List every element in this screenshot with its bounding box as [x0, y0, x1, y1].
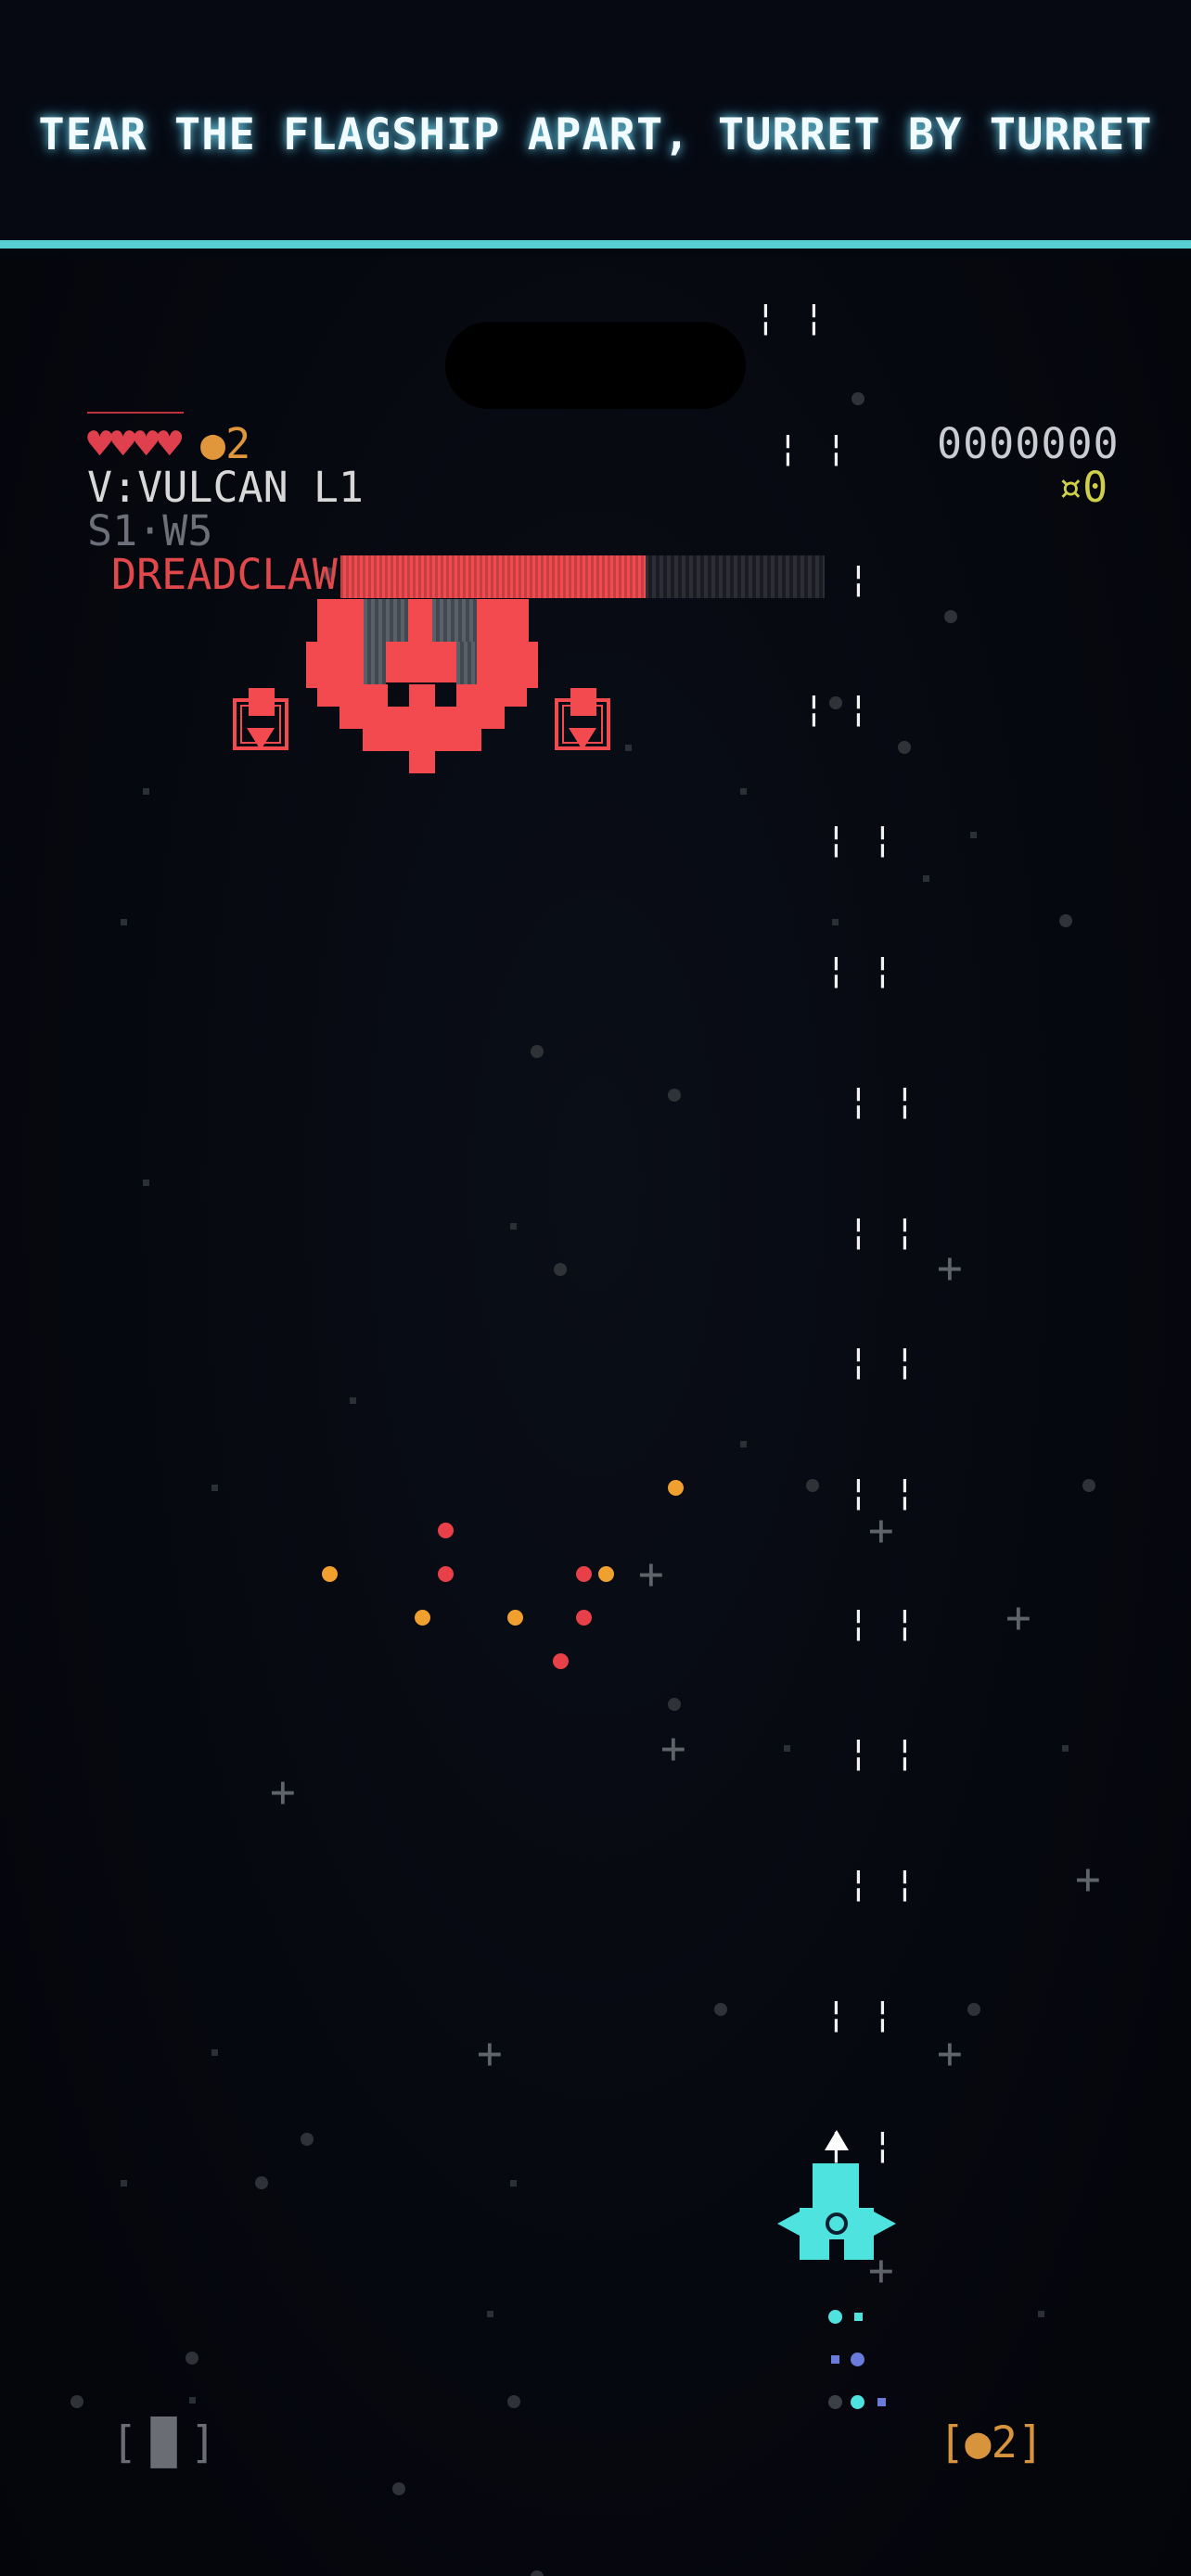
player-bullet: ¦ [848, 1472, 869, 1512]
star-dot [668, 1089, 681, 1102]
sparkle-icon: + [660, 1723, 686, 1773]
star-dot [714, 2003, 727, 2016]
player-bullet: ¦ [848, 1211, 869, 1252]
boss-turret-right [554, 674, 611, 758]
star-dot [531, 1045, 544, 1058]
objective-banner: TEAR THE FLAGSHIP APART, TURRET BY TURRE… [0, 0, 1191, 249]
player-bullet: ¦ [803, 297, 825, 338]
sparkle-icon: + [868, 1505, 894, 1555]
star-dot [531, 2570, 544, 2576]
player-bullet: ¦ [803, 688, 825, 729]
star-dot [186, 2352, 198, 2365]
star-dot [554, 1263, 567, 1276]
player-bullet: ¦ [848, 1341, 869, 1382]
player-bullet: ¦ [777, 427, 799, 468]
enemy-bullet [668, 1480, 684, 1496]
player-bullet: ¦ [826, 819, 847, 860]
player-bullet: ¦ [894, 1732, 916, 1773]
enemy-bullet [576, 1566, 592, 1582]
star-dot [392, 2482, 405, 2495]
player-bullet: ¦ [872, 1994, 893, 2034]
star-dot [507, 2395, 520, 2408]
player-bullet: ¦ [826, 1994, 847, 2034]
player-bullet: ¦ [894, 1211, 916, 1252]
sparkle-icon: + [937, 2028, 963, 2078]
enemy-bullet [553, 1653, 569, 1669]
star-dot [806, 1479, 819, 1492]
star-pixel [970, 832, 977, 838]
enemy-bullet [415, 1610, 430, 1626]
sparkle-icon: + [477, 2028, 503, 2078]
turret-left-icon [233, 688, 288, 750]
star-dot [1082, 1479, 1095, 1492]
game-playfield[interactable]: + + + + + + + + + + ♥♥♥♥ ●2 V:VULCAN L1 S1·W5 000… [0, 257, 1191, 2576]
star-dot [967, 2003, 980, 2016]
star-dot [1059, 914, 1072, 927]
enemy-bullet [507, 1610, 523, 1626]
player-bullet: ¦ [755, 297, 776, 338]
sparkle-icon: + [270, 1766, 296, 1817]
player-bullet: ¦ [894, 1602, 916, 1643]
enemy-bullet [576, 1610, 592, 1626]
star-pixel [832, 919, 839, 925]
star-pixel [143, 1180, 149, 1186]
player-bullet: ¦ [848, 1732, 869, 1773]
objective-text: TEAR THE FLAGSHIP APART, TURRET BY TURRE… [38, 109, 1153, 160]
player-bullet: ¦ [894, 1341, 916, 1382]
sparkle-icon: + [937, 1243, 963, 1293]
star-pixel [189, 2397, 196, 2404]
player-bullet: ¦ [894, 1863, 916, 1904]
pause-button[interactable]: [▐▌] [111, 2417, 216, 2468]
enemy-bullet [322, 1566, 338, 1582]
enemy-bullet [438, 1523, 454, 1538]
player-ship[interactable] [777, 2130, 896, 2315]
star-dot [70, 2395, 83, 2408]
star-pixel [784, 1745, 790, 1752]
star-dot [668, 1698, 681, 1711]
player-bullet: ¦ [848, 1080, 869, 1121]
player-bullet: ¦ [826, 427, 847, 468]
star-pixel [350, 1397, 356, 1404]
enemy-bullet [598, 1566, 614, 1582]
sparkle-icon: + [1005, 1592, 1031, 1642]
player-ship-icon [777, 2130, 896, 2260]
sparkle-icon: + [638, 1549, 664, 1599]
enemy-bullet [438, 1566, 454, 1582]
player-bullet: ¦ [848, 688, 869, 729]
star-pixel [121, 2180, 127, 2187]
player-bullet: ¦ [894, 1472, 916, 1512]
player-bullet: ¦ [826, 950, 847, 990]
star-pixel [1038, 2311, 1044, 2317]
player-bullet: ¦ [894, 1080, 916, 1121]
player-bullet: ¦ [872, 819, 893, 860]
player-bullet: ¦ [848, 1602, 869, 1643]
star-pixel [211, 2049, 218, 2056]
boss-turret-left [232, 674, 289, 758]
star-pixel [211, 1485, 218, 1491]
star-pixel [510, 1223, 517, 1230]
player-bullet: ¦ [848, 1863, 869, 1904]
star-pixel [510, 2180, 517, 2187]
star-dot [301, 2133, 314, 2146]
star-dot [255, 2176, 268, 2189]
star-pixel [121, 919, 127, 925]
sparkle-icon: + [1075, 1854, 1101, 1904]
player-bullet: ¦ [848, 558, 869, 599]
star-pixel [1062, 1745, 1069, 1752]
star-pixel [740, 1441, 747, 1447]
player-bullet: ¦ [872, 950, 893, 990]
turret-right-icon [555, 688, 610, 750]
star-pixel [487, 2311, 493, 2317]
bomb-button[interactable]: [●2] [939, 2417, 1044, 2468]
star-pixel [923, 875, 929, 882]
